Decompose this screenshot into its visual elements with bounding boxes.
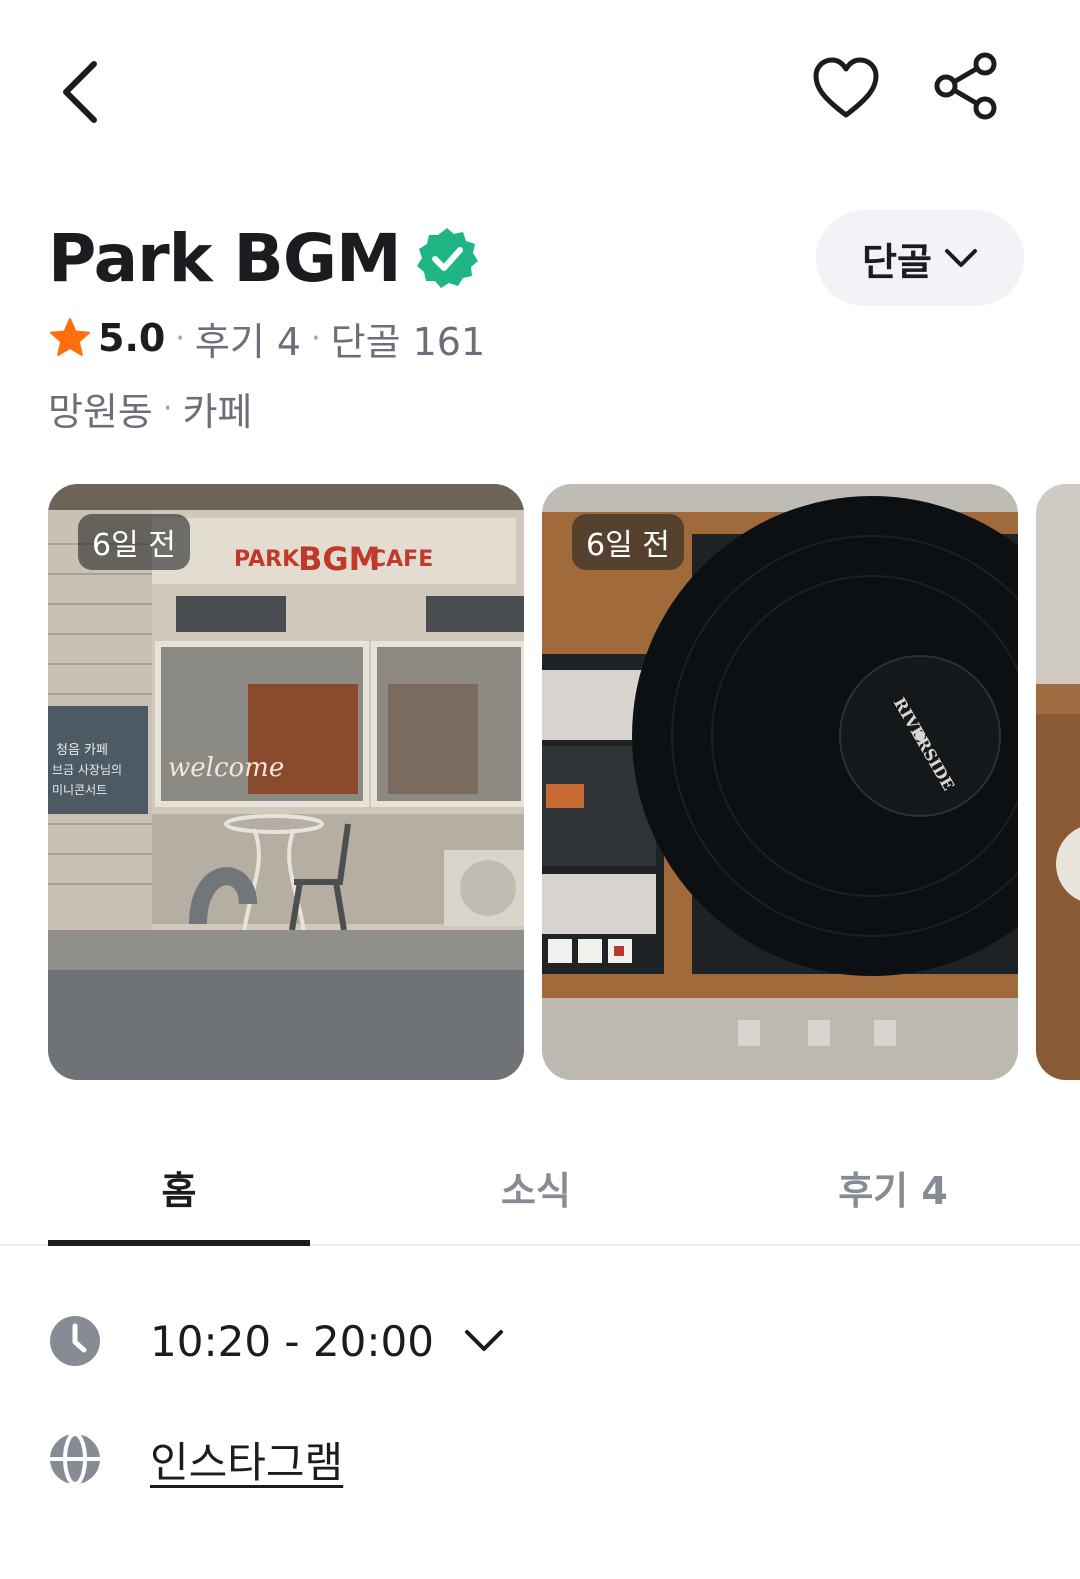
globe-icon xyxy=(50,1432,100,1486)
svg-text:청음 카페: 청음 카페 xyxy=(56,743,108,758)
instagram-link[interactable]: 인스타그램 xyxy=(150,1429,343,1490)
photo-record-player[interactable]: RIVERSIDE 6일 전 xyxy=(542,484,1018,1080)
svg-text:PARK: PARK xyxy=(234,547,300,572)
heart-icon xyxy=(813,57,879,118)
svg-text:브금 사장님의: 브금 사장님의 xyxy=(52,763,122,777)
favorite-button[interactable] xyxy=(806,48,886,128)
svg-text:BGM: BGM xyxy=(298,540,381,578)
svg-text:미니콘서트: 미니콘서트 xyxy=(52,783,107,797)
wood-table-image xyxy=(1036,484,1080,1080)
verified-badge-icon xyxy=(416,228,478,288)
rating-value: 5.0 xyxy=(98,316,166,360)
share-button[interactable] xyxy=(926,46,1006,126)
photo-partial[interactable] xyxy=(1036,484,1080,1080)
place-title-row: Park BGM xyxy=(48,218,479,298)
regular-button-label: 단골 xyxy=(862,239,932,284)
tab-reviews[interactable]: 후기 4 xyxy=(762,1130,1024,1244)
clock-icon xyxy=(50,1316,100,1366)
photo-date-badge: 6일 전 xyxy=(78,514,190,570)
review-count[interactable]: 후기 4 xyxy=(195,311,301,366)
separator-dot: · xyxy=(175,320,185,356)
chevron-down-icon[interactable] xyxy=(464,1329,504,1353)
back-button[interactable] xyxy=(48,52,112,132)
rating-row: 5.0 · 후기 4 · 단골 161 xyxy=(48,310,485,366)
area-label: 망원동 xyxy=(48,389,153,434)
separator-dot: · xyxy=(311,320,321,356)
photo-storefront[interactable]: PARK BGM CAFE welcome 청음 카페 브금 사장님의 미니콘서… xyxy=(48,484,524,1080)
tab-bar: 홈 소식 후기 4 xyxy=(0,1130,1080,1246)
business-hours-row[interactable]: 10:20 - 20:00 xyxy=(48,1306,504,1376)
svg-text:CAFE: CAFE xyxy=(370,547,433,572)
separator-dot: · xyxy=(162,390,173,426)
record-player-image: RIVERSIDE xyxy=(542,484,1018,1080)
active-tab-indicator xyxy=(48,1240,310,1246)
tab-news[interactable]: 소식 xyxy=(405,1130,667,1244)
place-name: Park BGM xyxy=(48,219,402,297)
top-bar xyxy=(0,0,1080,180)
tab-home[interactable]: 홈 xyxy=(48,1130,310,1244)
regular-customer-button[interactable]: 단골 xyxy=(816,210,1024,306)
storefront-image: PARK BGM CAFE welcome 청음 카페 브금 사장님의 미니콘서… xyxy=(48,484,524,1080)
chevron-down-icon xyxy=(944,249,977,267)
star-icon xyxy=(50,318,90,356)
svg-text:welcome: welcome xyxy=(168,753,284,783)
chevron-left-icon xyxy=(63,61,97,123)
photo-gallery[interactable]: PARK BGM CAFE welcome 청음 카페 브금 사장님의 미니콘서… xyxy=(48,484,1080,1080)
location-row: 망원동 · 카페 xyxy=(48,380,252,436)
regular-count: 단골 161 xyxy=(330,319,486,364)
business-hours: 10:20 - 20:00 xyxy=(150,1316,434,1366)
website-row: 인스타그램 xyxy=(48,1424,343,1494)
share-icon xyxy=(934,52,997,120)
category-label: 카페 xyxy=(182,389,253,434)
photo-date-badge: 6일 전 xyxy=(572,514,684,570)
